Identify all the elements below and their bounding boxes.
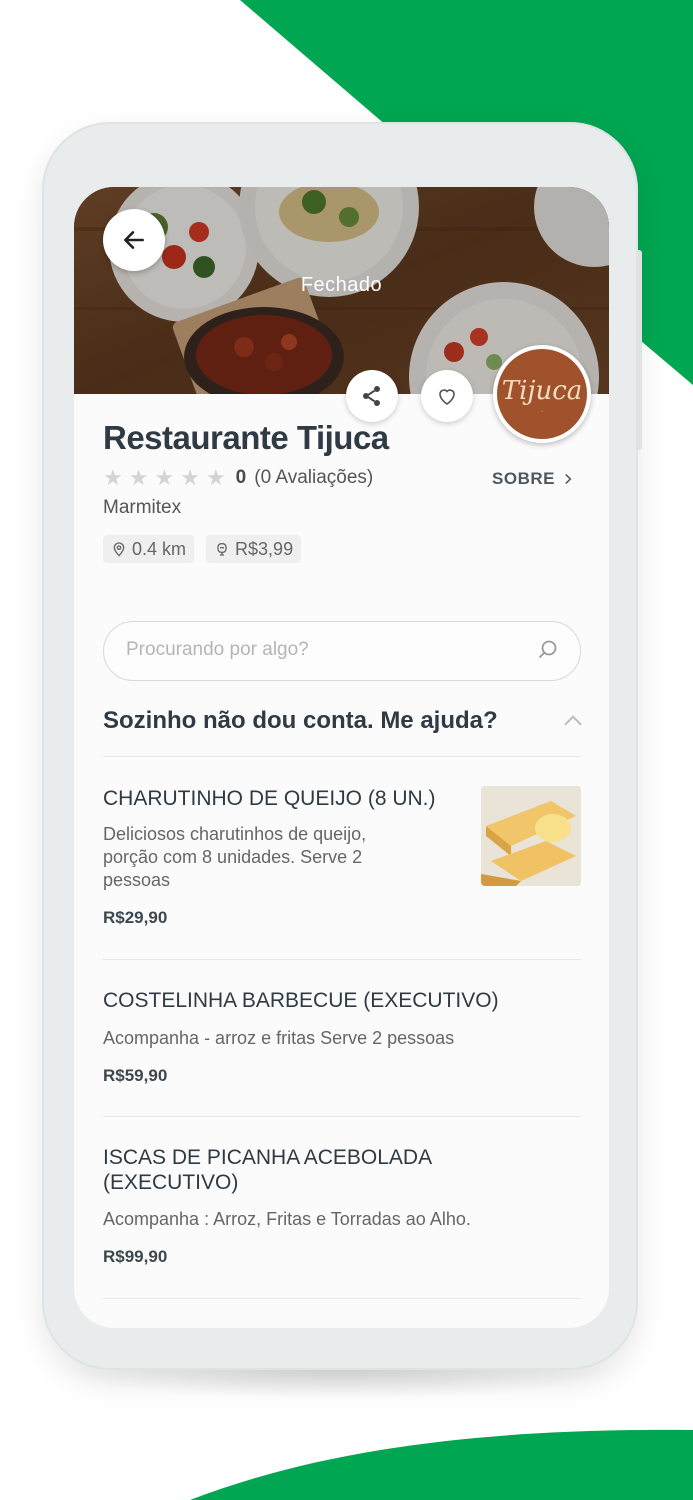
item-price: R$59,90: [103, 1066, 168, 1085]
restaurant-logo: Tijuca ·: [493, 345, 591, 443]
item-image: [481, 786, 581, 886]
star-icon: ★: [180, 465, 200, 490]
star-icon: ★: [154, 465, 175, 490]
star-icon: ★: [128, 465, 149, 490]
delivery-fee-icon: [217, 543, 227, 556]
item-price: R$99,90: [103, 1247, 168, 1266]
distance-value: 0.4 km: [132, 538, 187, 559]
section-title: Sozinho não dou conta. Me ajuda?: [103, 707, 498, 734]
star-icon: ★: [205, 465, 226, 490]
share-button[interactable]: [346, 370, 398, 422]
divider: [103, 1298, 581, 1299]
divider: [103, 959, 581, 960]
divider: [103, 1116, 581, 1117]
app-screen: Fechado Tijuca · Restaurante Tijuca ★ ★ …: [74, 187, 609, 1328]
rating: ★ ★ ★ ★ ★ 0 (0 Avaliações): [103, 465, 373, 491]
restaurant-name: Restaurante Tijuca: [103, 419, 389, 456]
divider: [103, 756, 581, 757]
about-link[interactable]: SOBRE: [492, 469, 575, 489]
item-price: R$29,90: [103, 908, 168, 927]
search-placeholder: Procurando por algo?: [126, 639, 309, 660]
star-icon: ★: [103, 465, 123, 490]
restaurant-status: Fechado: [300, 274, 383, 296]
rating-value: 0: [235, 467, 247, 488]
restaurant-category: Marmitex: [103, 497, 182, 518]
background-green-shape-bottom: [190, 1429, 693, 1500]
item-name: COSTELINHA BARBECUE (EXECUTIVO): [103, 989, 499, 1012]
about-label: SOBRE: [492, 469, 555, 488]
arrow-left-icon: [124, 231, 144, 249]
location-pin-icon: [113, 542, 125, 557]
distance-chip: 0.4 km: [103, 535, 195, 563]
item-description: Deliciosos charutinhos de queijo, porção…: [103, 824, 367, 890]
item-description: Acompanha : Arroz, Fritas e Torradas ao …: [103, 1209, 471, 1229]
chevron-right-icon: [565, 474, 572, 484]
search-input[interactable]: Procurando por algo?: [103, 621, 581, 681]
favorite-button[interactable]: [421, 370, 473, 422]
heart-icon: [439, 389, 455, 405]
item-description: Acompanha - arroz e fritas Serve 2 pesso…: [103, 1028, 455, 1048]
info-chips: 0.4 km R$3,99: [103, 535, 302, 563]
share-icon: [363, 386, 380, 406]
chevron-up-icon[interactable]: [563, 713, 583, 727]
rating-count: (0 Avaliações): [254, 467, 374, 488]
back-button[interactable]: [103, 209, 165, 271]
search-icon[interactable]: [536, 638, 560, 662]
item-name: ISCAS DE PICANHA ACEBOLADA (EXECUTIVO): [103, 1146, 431, 1194]
phone-side-button: [636, 250, 642, 450]
item-name: CHARUTINHO DE QUEIJO (8 UN.): [103, 787, 436, 810]
delivery-fee-value: R$3,99: [235, 538, 294, 559]
delivery-fee-chip: R$3,99: [206, 535, 302, 563]
